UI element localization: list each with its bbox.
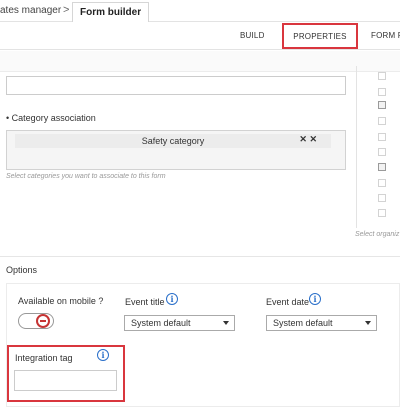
options-title: Options <box>6 265 38 275</box>
integration-tag-input[interactable] <box>14 370 117 391</box>
tab-build[interactable]: BUILD <box>240 22 265 50</box>
event-title-label: Event title <box>125 297 165 307</box>
org-checkbox[interactable] <box>378 163 386 171</box>
available-on-mobile-label: Available on mobile ? <box>18 296 104 306</box>
tab-bar: BUILD PROPERTIES FORM FL <box>0 22 400 50</box>
category-select-box[interactable]: Safety category ✕ ✕ <box>6 130 346 170</box>
content-header-area <box>0 51 400 72</box>
category-clear-icons[interactable]: ✕ ✕ <box>299 134 317 145</box>
org-checkbox[interactable] <box>378 133 386 141</box>
tab-properties[interactable]: PROPERTIES <box>282 23 358 49</box>
event-date-select[interactable]: System default <box>266 315 377 331</box>
event-title-select[interactable]: System default <box>124 315 235 331</box>
org-checkbox[interactable] <box>378 88 386 96</box>
available-on-mobile-toggle[interactable] <box>18 313 54 329</box>
tab-form-flow[interactable]: FORM FL <box>371 22 400 50</box>
org-checkbox[interactable] <box>378 194 386 202</box>
org-checkbox[interactable] <box>378 179 386 187</box>
info-icon[interactable]: i <box>309 293 321 305</box>
organization-checkbox-list <box>356 66 400 228</box>
organization-hint: Select organiz <box>355 231 400 238</box>
breadcrumb-separator: > <box>63 4 70 16</box>
form-name-input[interactable] <box>6 76 346 95</box>
info-icon[interactable]: i <box>166 293 178 305</box>
org-checkbox[interactable] <box>378 117 386 125</box>
toggle-off-icon <box>36 314 50 328</box>
category-association-text: Category association <box>11 113 96 123</box>
caret-down-icon <box>223 321 229 325</box>
info-icon[interactable]: i <box>97 349 109 361</box>
org-checkbox[interactable] <box>378 72 386 80</box>
org-checkbox[interactable] <box>378 209 386 217</box>
integration-tag-label: Integration tag <box>15 353 73 363</box>
caret-down-icon <box>365 321 371 325</box>
options-divider <box>0 256 400 257</box>
org-checkbox[interactable] <box>378 101 386 109</box>
event-date-label: Event date <box>266 297 310 307</box>
breadcrumb: ates manager > Form builder <box>0 0 400 22</box>
required-marker: • <box>6 113 10 123</box>
category-hint: Select categories you want to associate … <box>6 173 166 180</box>
breadcrumb-templates-manager[interactable]: ates manager <box>0 0 61 22</box>
event-date-value: System default <box>273 318 333 328</box>
org-checkbox[interactable] <box>378 148 386 156</box>
category-association-label: • Category association <box>6 113 96 123</box>
breadcrumb-form-builder[interactable]: Form builder <box>72 2 150 22</box>
event-title-value: System default <box>131 318 191 328</box>
category-chip-safety[interactable]: Safety category <box>15 134 331 148</box>
